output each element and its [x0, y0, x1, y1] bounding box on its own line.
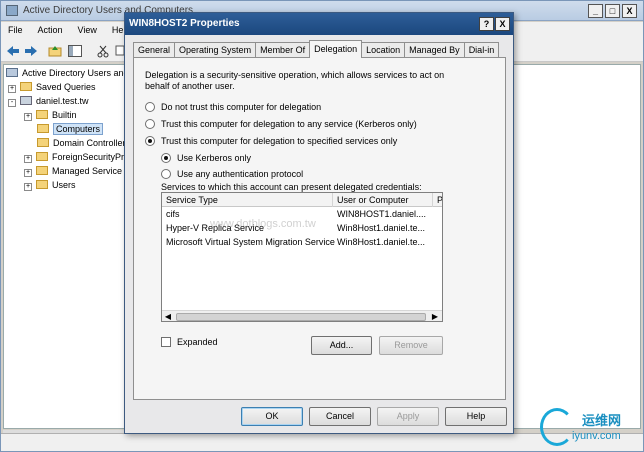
expand-icon[interactable]: +: [24, 169, 32, 177]
folder-icon: [36, 180, 48, 189]
tab-member-of[interactable]: Member Of: [255, 42, 311, 58]
radio-button-selected[interactable]: [161, 153, 171, 163]
properties-dialog: WIN8HOST2 Properties ? X General Operati…: [124, 12, 514, 434]
radio-button-selected[interactable]: [145, 136, 155, 146]
tree-item-foreign-security-principals[interactable]: +ForeignSecurityPrincipals: [24, 151, 126, 164]
checkbox[interactable]: [161, 337, 171, 347]
show-hide-console-tree-icon[interactable]: [67, 44, 83, 58]
site-logo: 运维网 iyunv.com: [536, 404, 644, 450]
user-or-computer-cell: Win8Host1.daniel.te...: [337, 223, 426, 233]
folder-icon: [36, 166, 48, 175]
logo-text-chinese: 运维网: [582, 413, 622, 428]
user-or-computer-cell: Win8Host1.daniel.te...: [337, 237, 426, 247]
column-header-service-type[interactable]: Service Type: [162, 193, 333, 207]
tree-item-saved-queries[interactable]: + Saved Queries: [8, 81, 96, 94]
radio-button[interactable]: [161, 169, 171, 179]
services-list-header: Service Type User or Computer P: [162, 193, 442, 207]
console-tree: Active Directory Users and Computers +Sa…: [3, 64, 127, 429]
column-header-user-or-computer[interactable]: User or Computer: [333, 193, 433, 207]
add-button[interactable]: Add...: [311, 336, 372, 355]
tree-item-builtin[interactable]: + Builtin: [24, 109, 77, 122]
radio-button[interactable]: [145, 102, 155, 112]
cancel-button[interactable]: Cancel: [309, 407, 371, 426]
tab-managed-by[interactable]: Managed By: [404, 42, 465, 58]
back-arrow-icon[interactable]: [5, 44, 21, 58]
forward-arrow-icon[interactable]: [23, 44, 39, 58]
service-type-cell: Microsoft Virtual System Migration Servi…: [166, 237, 335, 247]
tree-item-managed-service-accounts[interactable]: +Managed Service Accounts: [24, 165, 126, 178]
services-list[interactable]: Service Type User or Computer P cifs WIN…: [161, 192, 443, 322]
expand-icon[interactable]: +: [24, 113, 32, 121]
column-header-port[interactable]: P: [433, 193, 442, 207]
scroll-thumb[interactable]: [176, 313, 426, 321]
help-button[interactable]: Help: [445, 407, 507, 426]
logo-text-domain: iyunv.com: [572, 430, 621, 442]
radio-any-service[interactable]: Trust this computer for delegation to an…: [145, 119, 417, 129]
apply-button[interactable]: Apply: [377, 407, 439, 426]
radio-button[interactable]: [145, 119, 155, 129]
expand-icon[interactable]: +: [8, 85, 16, 93]
logo-swirl-icon: [540, 408, 574, 446]
menu-action[interactable]: Action: [31, 22, 71, 40]
dialog-title-bar[interactable]: WIN8HOST2 Properties ? X: [125, 13, 513, 35]
table-row[interactable]: Microsoft Virtual System Migration Servi…: [162, 235, 432, 249]
collapse-icon[interactable]: -: [8, 99, 16, 107]
minimize-button[interactable]: _: [588, 4, 603, 18]
up-folder-icon[interactable]: [47, 44, 63, 58]
tree-item-users[interactable]: + Users: [24, 179, 76, 192]
ok-button[interactable]: OK: [241, 407, 303, 426]
radio-kerberos-only[interactable]: Use Kerberos only: [161, 153, 251, 163]
dialog-title: WIN8HOST2 Properties: [129, 18, 240, 29]
expand-icon[interactable]: +: [24, 183, 32, 191]
folder-icon: [36, 110, 48, 119]
app-icon: [6, 5, 18, 16]
scroll-right-icon[interactable]: ▶: [430, 312, 440, 321]
domain-icon: [20, 96, 32, 105]
folder-icon: [37, 138, 49, 147]
folder-icon: [36, 152, 48, 161]
tree-item-computers[interactable]: Computers: [37, 123, 104, 136]
expand-icon[interactable]: +: [24, 155, 32, 163]
watermark-text: www.dotblogs.com.tw: [210, 218, 316, 230]
remove-button[interactable]: Remove: [379, 336, 443, 355]
delegation-description: Delegation is a security-sensitive opera…: [145, 70, 445, 91]
results-pane: [513, 64, 641, 429]
close-button[interactable]: X: [622, 4, 637, 18]
cut-icon[interactable]: [95, 44, 111, 58]
menu-file[interactable]: File: [1, 22, 31, 40]
console-root-icon: [6, 68, 18, 77]
tab-strip: General Operating System Member Of Deleg…: [133, 40, 500, 58]
tab-general[interactable]: General: [133, 42, 176, 58]
tab-delegation[interactable]: Delegation: [309, 40, 363, 58]
tab-location[interactable]: Location: [361, 42, 406, 58]
tree-root[interactable]: Active Directory Users and Computers: [6, 67, 126, 80]
tab-dial-in[interactable]: Dial-in: [463, 42, 500, 58]
maximize-button[interactable]: □: [605, 4, 620, 18]
folder-icon: [20, 82, 32, 91]
help-title-button[interactable]: ?: [479, 17, 494, 31]
tree-item-domain-controllers[interactable]: Domain Controllers: [37, 137, 126, 150]
close-dialog-button[interactable]: X: [495, 17, 510, 31]
radio-any-protocol[interactable]: Use any authentication protocol: [161, 169, 303, 179]
radio-specified-services[interactable]: Trust this computer for delegation to sp…: [145, 136, 397, 146]
expanded-checkbox[interactable]: Expanded: [161, 337, 218, 347]
delegation-panel: Delegation is a security-sensitive opera…: [133, 57, 506, 400]
folder-icon: [37, 124, 49, 133]
radio-no-delegation[interactable]: Do not trust this computer for delegatio…: [145, 102, 321, 112]
menu-view[interactable]: View: [71, 22, 105, 40]
user-or-computer-cell: WIN8HOST1.daniel....: [337, 209, 427, 219]
scroll-left-icon[interactable]: ◀: [163, 312, 173, 321]
tree-item-domain[interactable]: - daniel.test.tw: [8, 95, 89, 108]
services-horizontal-scrollbar[interactable]: ◀ ▶: [162, 310, 442, 321]
tab-operating-system[interactable]: Operating System: [174, 42, 257, 58]
services-label: Services to which this account can prese…: [161, 182, 422, 192]
